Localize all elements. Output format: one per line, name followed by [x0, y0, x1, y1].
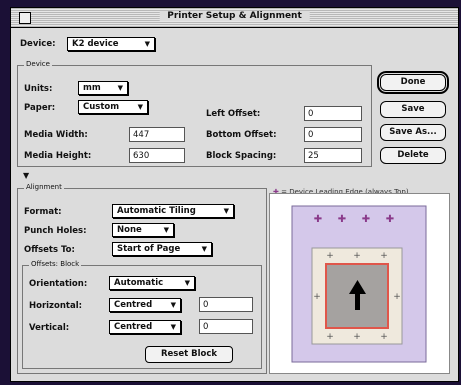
crosshair-right-icon: + — [393, 292, 401, 302]
left-offset-label: Left Offset: — [206, 109, 261, 119]
media-width-field[interactable]: 447 — [129, 127, 185, 142]
popup-arrow-icon: ▼ — [170, 323, 176, 331]
vertical-label: Vertical: — [29, 323, 70, 333]
media-width-label: Media Width: — [24, 130, 88, 140]
crosshair-corner-icon: + — [380, 251, 388, 261]
offsets-block-group-title: Offsets: Block — [29, 260, 82, 268]
popup-arrow-icon: ▼ — [117, 84, 123, 92]
leading-edge-marker-icon: ✚ — [314, 214, 322, 225]
paper-popup[interactable]: Custom ▼ — [78, 100, 148, 114]
close-box[interactable] — [19, 12, 31, 24]
orientation-popup-value: Automatic — [114, 278, 164, 288]
horizontal-label: Horizontal: — [29, 301, 83, 311]
orientation-label: Orientation: — [29, 279, 88, 289]
disclosure-triangle-icon[interactable]: ▼ — [23, 171, 29, 180]
leading-edge-marker-icon: ✚ — [386, 214, 394, 225]
crosshair-left-icon: + — [313, 292, 321, 302]
horizontal-popup-value: Centred — [114, 300, 153, 310]
offsets-block-group: Offsets: Block Orientation: Automatic ▼ … — [22, 260, 262, 369]
window-title: Printer Setup & Alignment — [159, 11, 310, 21]
title-bar[interactable]: Printer Setup & Alignment — [11, 8, 458, 28]
device-label: Device: — [20, 39, 56, 49]
preview-canvas: ✚ ✚ ✚ ✚ + + + + + + + + — [291, 205, 427, 363]
popup-arrow-icon: ▼ — [163, 226, 169, 234]
leading-edge-marker-icon: ✚ — [362, 214, 370, 225]
crosshair-top-icon: + — [353, 251, 361, 261]
format-label: Format: — [24, 207, 62, 217]
popup-arrow-icon: ▼ — [144, 40, 150, 48]
crosshair-corner-icon: + — [380, 332, 388, 342]
device-group-title: Device — [24, 60, 52, 68]
orientation-popup[interactable]: Automatic ▼ — [109, 276, 195, 290]
reset-block-button[interactable]: Reset Block — [145, 346, 233, 363]
leading-edge-marker-icon: ✚ — [338, 214, 346, 225]
device-popup-value: K2 device — [72, 39, 119, 49]
block-spacing-field[interactable]: 25 — [304, 148, 362, 163]
popup-arrow-icon: ▼ — [170, 301, 176, 309]
alignment-preview: ✚ ✚ ✚ ✚ + + + + + + + + — [269, 193, 450, 374]
device-group: Device Units: mm ▼ Paper: Custom ▼ Media… — [17, 60, 372, 167]
paper-label: Paper: — [24, 103, 56, 113]
bottom-offset-field[interactable]: 0 — [304, 127, 362, 142]
media-height-field[interactable]: 630 — [129, 148, 185, 163]
vertical-popup[interactable]: Centred ▼ — [109, 320, 181, 334]
punch-holes-popup[interactable]: None ▼ — [112, 223, 174, 237]
punch-holes-popup-value: None — [117, 225, 142, 235]
left-offset-field[interactable]: 0 — [304, 106, 362, 121]
units-popup[interactable]: mm ▼ — [78, 81, 128, 95]
popup-arrow-icon: ▼ — [184, 279, 190, 287]
bottom-offset-label: Bottom Offset: — [206, 130, 277, 140]
save-button[interactable]: Save — [380, 101, 446, 118]
horizontal-offset-field[interactable]: 0 — [199, 297, 253, 312]
crosshair-corner-icon: + — [326, 251, 334, 261]
delete-button[interactable]: Delete — [380, 147, 446, 164]
block-spacing-label: Block Spacing: — [206, 151, 277, 161]
offsets-to-popup-value: Start of Page — [117, 244, 181, 254]
horizontal-popup[interactable]: Centred ▼ — [109, 298, 181, 312]
units-label: Units: — [24, 84, 53, 94]
alignment-group: Alignment Format: Automatic Tiling ▼ Pun… — [17, 183, 267, 374]
printer-setup-window: Printer Setup & Alignment Device: K2 dev… — [10, 7, 459, 382]
popup-arrow-icon: ▼ — [201, 245, 207, 253]
save-as-button[interactable]: Save As... — [380, 124, 446, 141]
format-popup[interactable]: Automatic Tiling ▼ — [112, 204, 234, 218]
offsets-to-popup[interactable]: Start of Page ▼ — [112, 242, 212, 256]
done-button[interactable]: Done — [377, 71, 449, 94]
paper-popup-value: Custom — [83, 102, 120, 112]
format-popup-value: Automatic Tiling — [117, 206, 196, 216]
popup-arrow-icon: ▼ — [137, 103, 143, 111]
crosshair-bottom-icon: + — [353, 332, 361, 342]
vertical-popup-value: Centred — [114, 322, 153, 332]
popup-arrow-icon: ▼ — [223, 207, 229, 215]
punch-holes-label: Punch Holes: — [24, 226, 87, 236]
media-height-label: Media Height: — [24, 151, 92, 161]
offsets-to-label: Offsets To: — [24, 245, 75, 255]
crosshair-corner-icon: + — [326, 332, 334, 342]
alignment-group-title: Alignment — [24, 183, 64, 191]
device-popup[interactable]: K2 device ▼ — [67, 37, 155, 51]
vertical-offset-field[interactable]: 0 — [199, 319, 253, 334]
units-popup-value: mm — [83, 83, 101, 93]
